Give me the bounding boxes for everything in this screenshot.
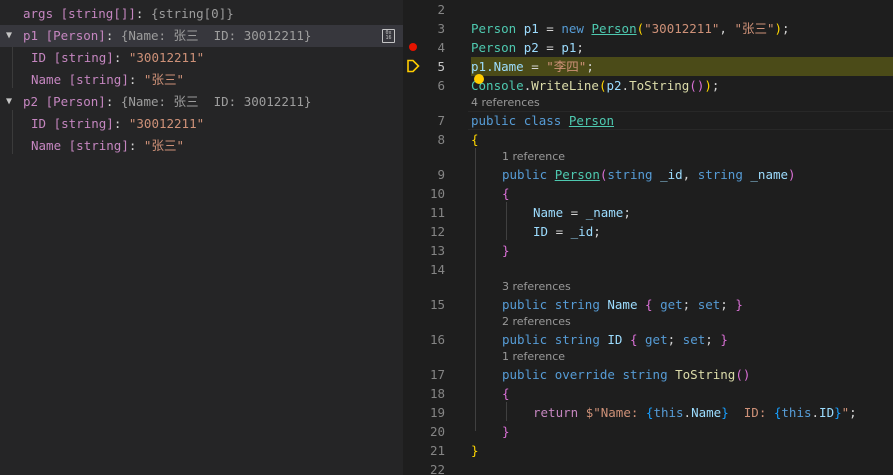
variable-value: "张三"	[143, 72, 184, 87]
variable-row-p1[interactable]: ▼ p1 [Person]: {Name: 张三 ID: 30012211} 0x 1…	[0, 25, 403, 47]
variable-name: ID	[31, 50, 47, 65]
code-line-21[interactable]: }	[471, 441, 479, 460]
execution-pointer-icon	[407, 59, 420, 73]
code-line-17[interactable]: public override string ToString()	[502, 365, 750, 384]
code-line-20[interactable]: }	[502, 422, 510, 441]
lightbulb-icon[interactable]	[474, 74, 484, 84]
chevron-down-icon[interactable]: ▼	[6, 91, 12, 113]
codelens-references[interactable]: 1 reference	[502, 149, 565, 165]
line-number: 12	[429, 224, 445, 239]
line-number: 7	[437, 113, 445, 128]
variable-type: [string]	[68, 138, 129, 153]
code-line-3[interactable]: Person p1 = new Person("30012211", "张三")…	[471, 19, 790, 38]
code-line-13[interactable]: }	[502, 241, 510, 260]
variable-name: Name	[31, 138, 62, 153]
line-number: 15	[429, 297, 445, 312]
variable-type: [string]	[68, 72, 129, 87]
line-number: 9	[437, 167, 445, 182]
code-line-4[interactable]: Person p2 = p1;	[471, 38, 584, 57]
variable-row-p1-id[interactable]: ID [string]: "30012211"	[0, 47, 403, 69]
code-line-12[interactable]: ID = _id;	[533, 222, 601, 241]
code-line-8[interactable]: {	[471, 130, 479, 149]
line-number: 19	[429, 405, 445, 420]
line-number: 13	[429, 243, 445, 258]
locals-panel: args [string[]]: {string[0]} ▼ p1 [Person…	[0, 0, 403, 475]
variable-colon: :	[105, 94, 114, 109]
code-line-15[interactable]: public string Name { get; set; }	[502, 295, 743, 314]
variable-type: [string]	[53, 50, 114, 65]
variable-value: "张三"	[143, 138, 184, 153]
line-number: 14	[429, 262, 445, 277]
line-number: 2	[437, 2, 445, 17]
variable-colon: :	[113, 50, 122, 65]
variable-type: [string]	[53, 116, 114, 131]
variable-type: [Person]	[45, 28, 106, 43]
code-line-16[interactable]: public string ID { get; set; }	[502, 330, 728, 349]
variable-row-p2-id[interactable]: ID [string]: "30012211"	[0, 113, 403, 135]
variable-row-p1-name[interactable]: Name [string]: "张三"	[0, 69, 403, 91]
line-number: 21	[429, 443, 445, 458]
codelens-references[interactable]: 4 references	[471, 95, 540, 111]
indent-guide	[506, 402, 507, 421]
codelens-references[interactable]: 2 references	[502, 314, 571, 330]
variable-name: args	[23, 6, 54, 21]
variable-name: p2	[23, 94, 39, 109]
line-number: 10	[429, 186, 445, 201]
variable-value: {Name: 张三 ID: 30012211}	[120, 28, 312, 43]
line-number: 3	[437, 21, 445, 36]
variable-colon: :	[135, 6, 144, 21]
line-number: 18	[429, 386, 445, 401]
codelens-references[interactable]: 3 references	[502, 279, 571, 295]
variable-type: [Person]	[45, 94, 106, 109]
code-line-6[interactable]: Console.WriteLine(p2.ToString());	[471, 76, 719, 95]
code-line-11[interactable]: Name = _name;	[533, 203, 631, 222]
line-number: 20	[429, 424, 445, 439]
code-line-5[interactable]: p1.Name = "李四";	[471, 57, 594, 76]
indent-guide	[506, 202, 507, 240]
line-number: 22	[429, 462, 445, 475]
variable-name: p1	[23, 28, 39, 43]
variable-value: {Name: 张三 ID: 30012211}	[120, 94, 312, 109]
line-number: 11	[429, 205, 445, 220]
code-editor[interactable]: 2 3 4 5 6 7 8 9 10 11 12 13 14 15 16 17 …	[403, 0, 893, 475]
line-number: 16	[429, 332, 445, 347]
code-line-9[interactable]: public Person(string _id, string _name)	[502, 165, 796, 184]
code-line-10[interactable]: {	[502, 184, 510, 203]
variable-value: "30012211"	[128, 116, 205, 131]
codelens-references[interactable]: 1 reference	[502, 349, 565, 365]
code-line-19[interactable]: return $"Name: {this.Name} ID: {this.ID}…	[533, 403, 857, 422]
indent-guide	[475, 148, 476, 431]
variable-colon: :	[128, 138, 137, 153]
variable-colon: :	[113, 116, 122, 131]
variable-value: "30012211"	[128, 50, 205, 65]
chevron-down-icon[interactable]: ▼	[6, 25, 12, 47]
line-number: 6	[437, 78, 445, 93]
variable-row-args[interactable]: args [string[]]: {string[0]}	[0, 3, 403, 25]
variable-name: ID	[31, 116, 47, 131]
variable-row-p2-name[interactable]: Name [string]: "张三"	[0, 135, 403, 157]
code-line-7[interactable]: public class Person	[471, 111, 614, 130]
variable-colon: :	[128, 72, 137, 87]
variable-value: {string[0]}	[150, 6, 234, 21]
line-number: 17	[429, 367, 445, 382]
hex-display-icon[interactable]: 0x 16	[382, 29, 395, 43]
variable-colon: :	[105, 28, 114, 43]
variable-name: Name	[31, 72, 62, 87]
code-line-18[interactable]: {	[502, 384, 510, 403]
line-number: 8	[437, 132, 445, 147]
breakpoint-icon[interactable]	[409, 43, 417, 51]
variable-row-p2[interactable]: ▼ p2 [Person]: {Name: 张三 ID: 30012211}	[0, 91, 403, 113]
variable-type: [string[]]	[60, 6, 136, 21]
